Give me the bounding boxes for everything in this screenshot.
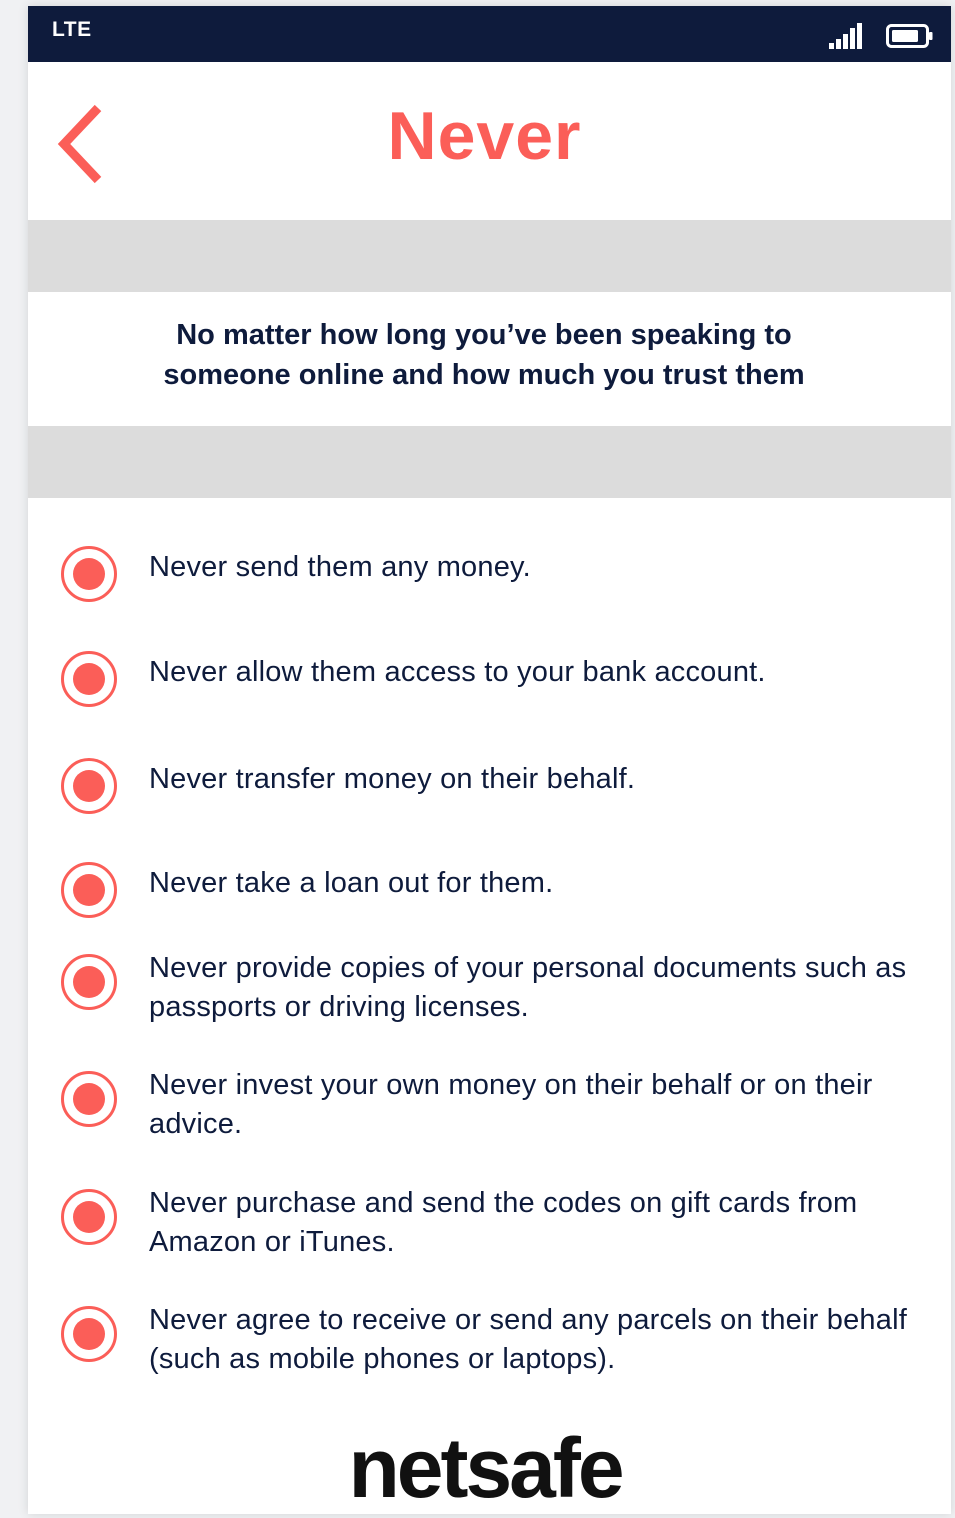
carrier-label: LTE bbox=[52, 18, 92, 41]
signal-bars-icon bbox=[829, 23, 862, 49]
status-bar: LTE bbox=[28, 6, 951, 62]
radio-bullet-icon bbox=[61, 1189, 117, 1245]
radio-bullet-icon bbox=[61, 546, 117, 602]
battery-icon bbox=[886, 24, 933, 48]
list-item-text: Never invest your own money on their beh… bbox=[149, 1069, 873, 1140]
header: Never bbox=[28, 62, 951, 220]
list-item-text: Never take a loan out for them. bbox=[149, 867, 554, 899]
list-item-text: Never purchase and send the codes on gif… bbox=[149, 1187, 858, 1258]
divider-band bbox=[28, 220, 951, 292]
radio-bullet-icon bbox=[61, 1306, 117, 1362]
page-title: Never bbox=[387, 98, 582, 174]
radio-bullet-icon bbox=[61, 954, 117, 1010]
radio-bullet-icon bbox=[61, 862, 117, 918]
intro-section: No matter how long you’ve been speaking … bbox=[28, 292, 951, 426]
list-item-text: Never allow them access to your bank acc… bbox=[149, 656, 766, 688]
list-item-text: Never send them any money. bbox=[149, 551, 531, 583]
intro-text: No matter how long you’ve been speaking … bbox=[163, 319, 805, 391]
list-item-text: Never transfer money on their behalf. bbox=[149, 763, 636, 795]
list-item-text: Never agree to receive or send any parce… bbox=[149, 1304, 907, 1375]
list-item-text: Never provide copies of your personal do… bbox=[149, 952, 907, 1023]
divider-band bbox=[28, 426, 951, 498]
radio-bullet-icon bbox=[61, 1071, 117, 1127]
app-screen: LTE Never No matter how long you’ve been… bbox=[28, 6, 951, 1514]
netsafe-logo: netsafe bbox=[348, 1421, 624, 1515]
radio-bullet-icon bbox=[61, 758, 117, 814]
radio-bullet-icon bbox=[61, 651, 117, 707]
